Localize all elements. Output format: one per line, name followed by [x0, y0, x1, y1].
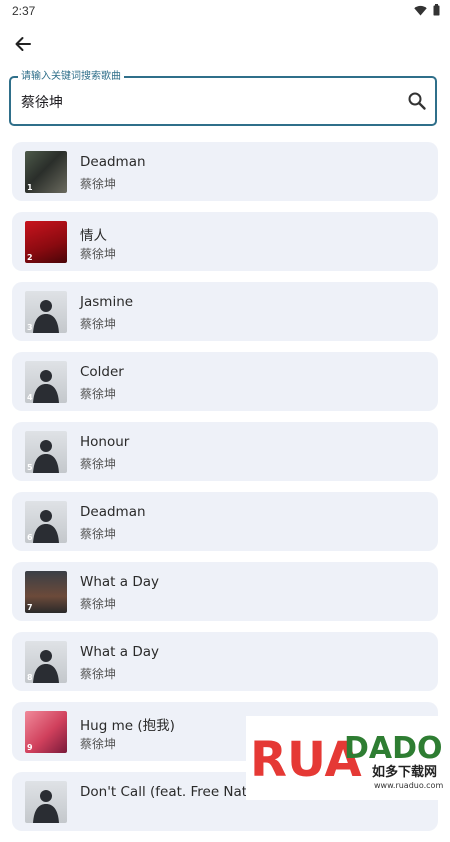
- battery-icon: [433, 4, 440, 16]
- album-cover: 1: [25, 151, 67, 193]
- album-cover: 9: [25, 711, 67, 753]
- album-cover: 8: [25, 641, 67, 683]
- track-number: 9: [27, 743, 33, 752]
- track-number: 1: [27, 183, 33, 192]
- song-artist: 蔡徐坤: [80, 597, 117, 611]
- album-cover: 7: [25, 571, 67, 613]
- search-input[interactable]: [19, 90, 403, 114]
- track-number: 3: [27, 323, 33, 332]
- song-row[interactable]: 6 Deadman 蔡徐坤: [12, 492, 438, 551]
- album-cover: 4: [25, 361, 67, 403]
- arrow-left-icon: [15, 37, 31, 51]
- song-title: Deadman: [80, 154, 146, 170]
- track-number: 7: [27, 603, 33, 612]
- song-artist: 蔡徐坤: [80, 387, 117, 401]
- song-artist: 蔡徐坤: [80, 247, 117, 261]
- status-bar: 2:37: [0, 0, 450, 24]
- song-row[interactable]: 7 What a Day 蔡徐坤: [12, 562, 438, 621]
- song-artist: 蔡徐坤: [80, 317, 117, 331]
- song-row[interactable]: 3 Jasmine 蔡徐坤: [12, 282, 438, 341]
- song-row[interactable]: 1 Deadman 蔡徐坤: [12, 142, 438, 201]
- back-button[interactable]: [10, 32, 36, 56]
- svg-text:如多下载网: 如多下载网: [372, 764, 437, 780]
- track-number: 8: [27, 673, 33, 682]
- album-cover: [25, 781, 67, 823]
- track-number: 2: [27, 253, 33, 262]
- song-title: Hug me (抱我): [80, 718, 175, 734]
- song-title: Don't Call (feat. Free Nation: [80, 784, 268, 800]
- song-title: What a Day: [80, 574, 159, 590]
- song-title: Colder: [80, 364, 124, 380]
- song-artist: 蔡徐坤: [80, 737, 117, 751]
- search-icon[interactable]: [407, 91, 427, 111]
- song-title: What a Day: [80, 644, 159, 660]
- song-row[interactable]: 4 Colder 蔡徐坤: [12, 352, 438, 411]
- svg-text:www.ruaduo.com: www.ruaduo.com: [374, 781, 443, 790]
- album-cover: 2: [25, 221, 67, 263]
- status-time: 2:37: [12, 4, 36, 18]
- song-row[interactable]: 8 What a Day 蔡徐坤: [12, 632, 438, 691]
- album-cover: 5: [25, 431, 67, 473]
- search-field[interactable]: 请输入关键词搜索歌曲: [9, 70, 437, 126]
- wifi-icon: [414, 5, 427, 15]
- song-artist: 蔡徐坤: [80, 667, 117, 681]
- track-number: 5: [27, 463, 33, 472]
- status-icons: [414, 4, 440, 16]
- search-label: 请输入关键词搜索歌曲: [18, 70, 124, 84]
- song-row[interactable]: 2 情人蔡徐坤: [12, 212, 438, 271]
- song-row[interactable]: 5 Honour 蔡徐坤: [12, 422, 438, 481]
- track-number: 4: [27, 393, 33, 402]
- track-number: 6: [27, 533, 33, 542]
- song-artist: 蔡徐坤: [80, 457, 117, 471]
- album-cover: 3: [25, 291, 67, 333]
- song-title: Deadman: [80, 504, 146, 520]
- song-artist: 蔡徐坤: [80, 177, 117, 191]
- song-artist: 蔡徐坤: [80, 527, 117, 541]
- svg-text:DADO: DADO: [344, 731, 443, 766]
- ruaduo-watermark-logo: RUA DADO 如多下载网 www.ruaduo.com: [246, 716, 450, 800]
- song-title: Jasmine: [80, 294, 134, 310]
- song-title: Honour: [80, 434, 130, 450]
- song-title: 情人: [80, 228, 107, 244]
- album-cover: 6: [25, 501, 67, 543]
